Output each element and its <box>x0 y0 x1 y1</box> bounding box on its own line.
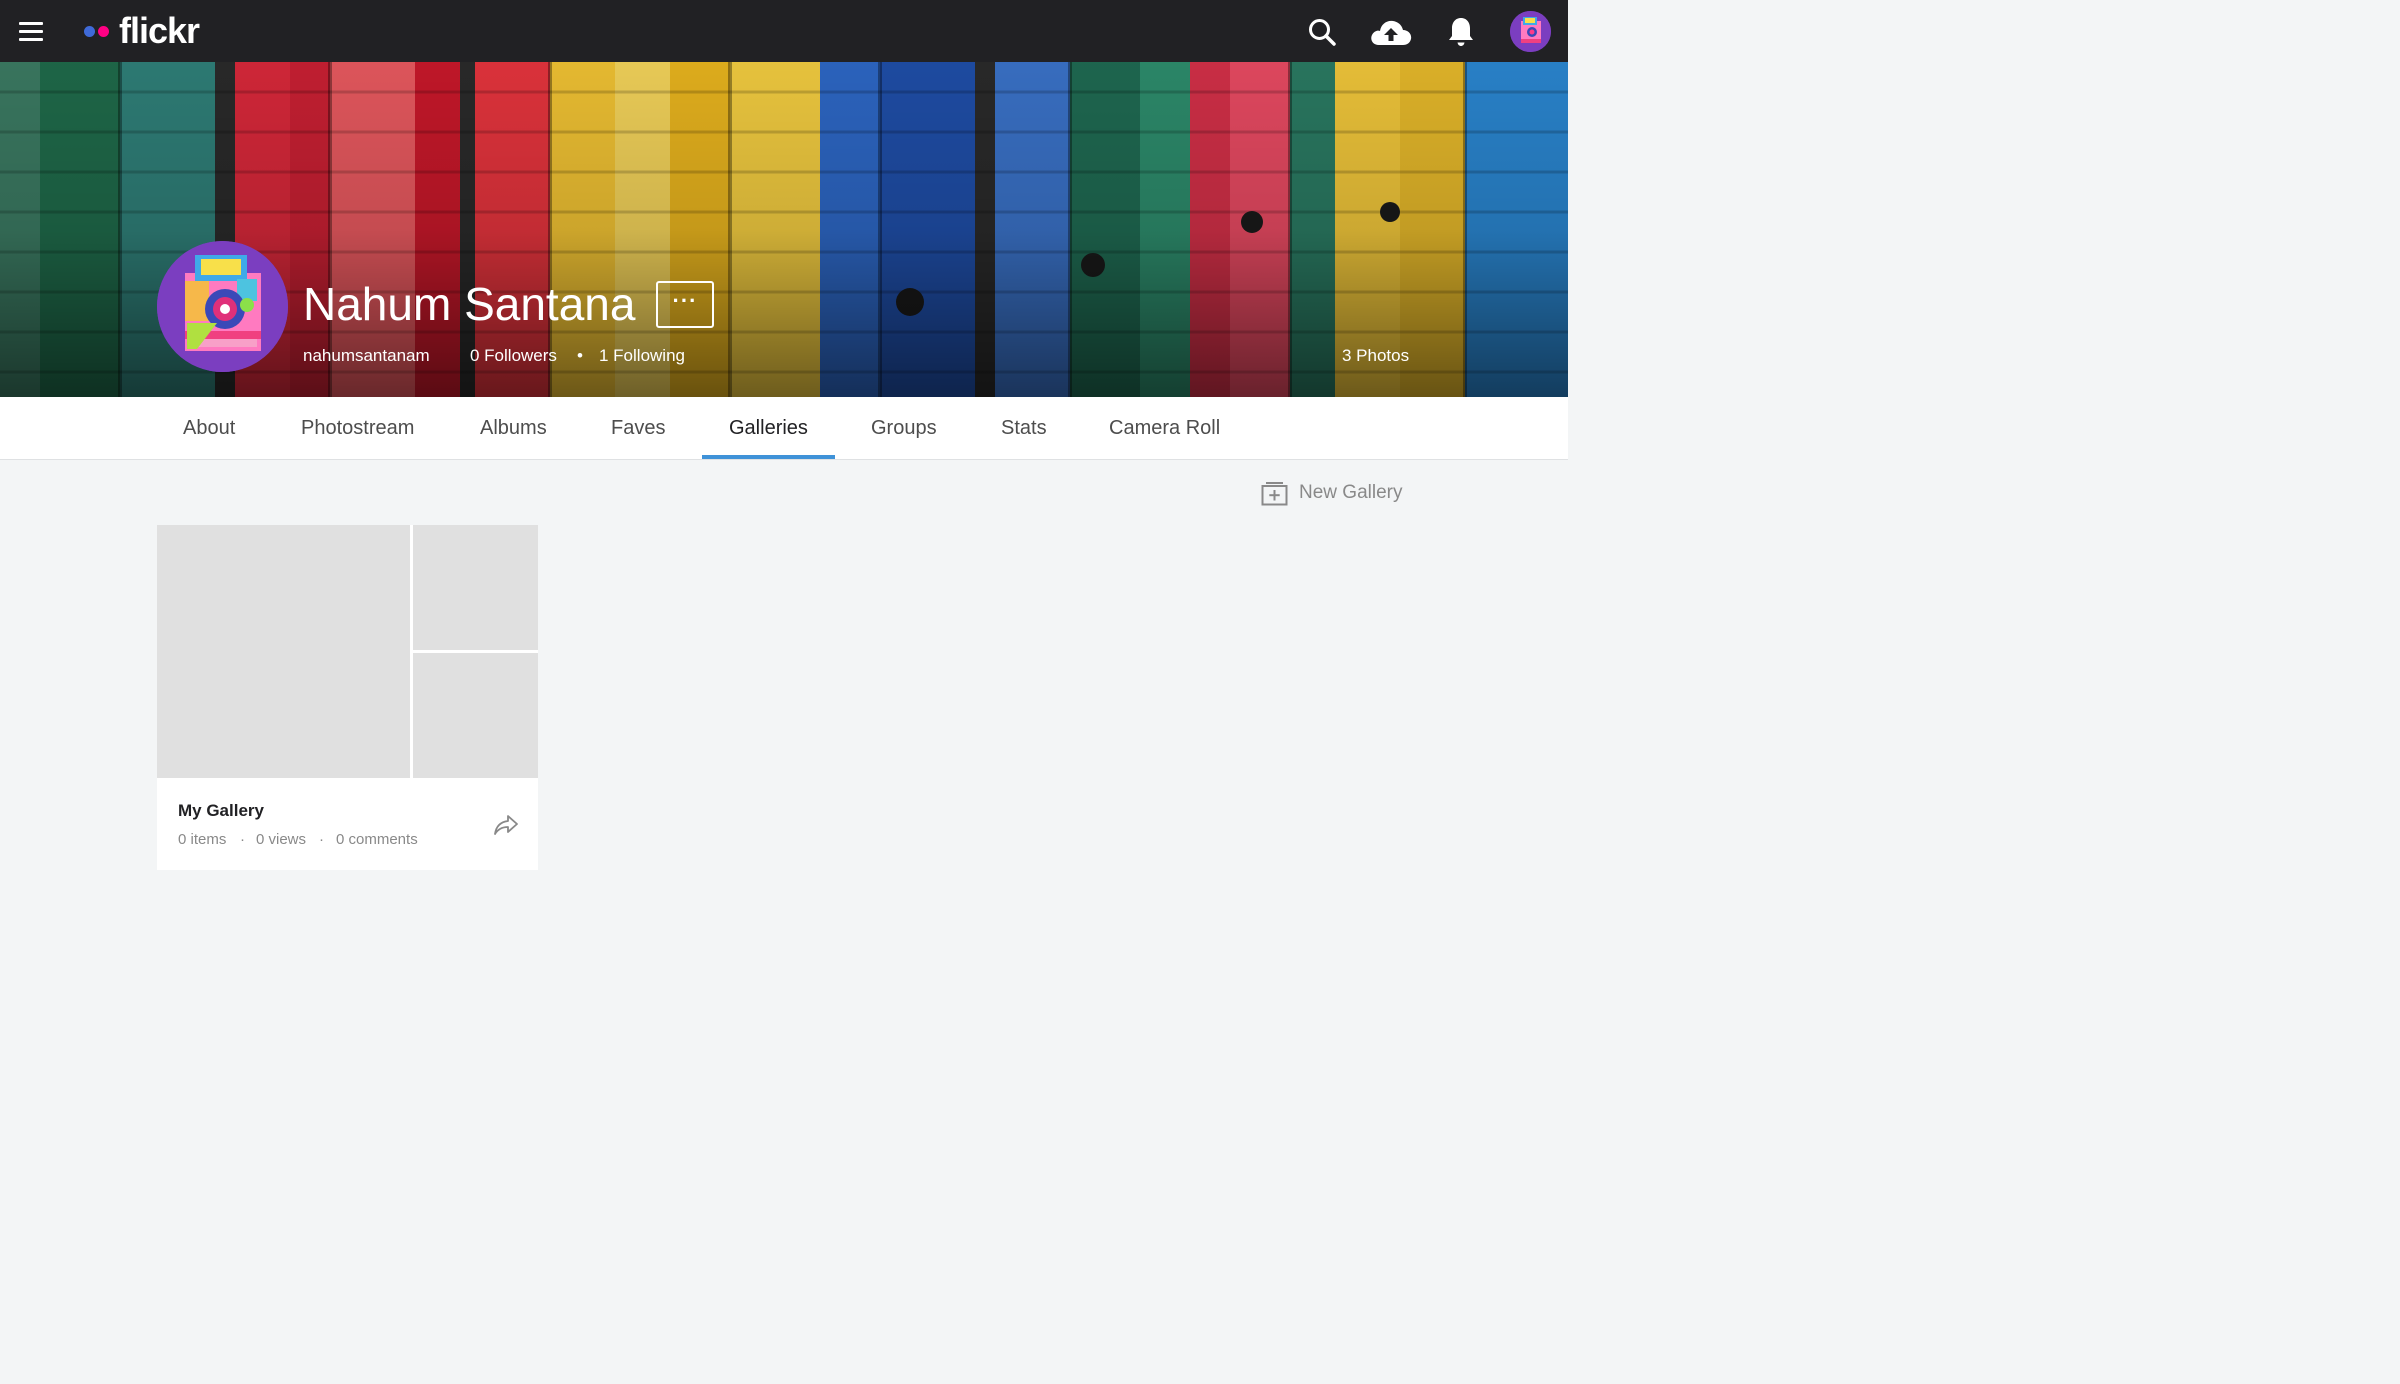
tab-stats[interactable]: Stats <box>1001 397 1047 459</box>
profile-username: nahumsantanam <box>303 346 430 365</box>
profile-avatar[interactable] <box>157 241 288 372</box>
more-options-button[interactable]: ··· <box>656 281 714 328</box>
gallery-comment-count: 0 comments <box>336 831 418 848</box>
more-dots-icon: ··· <box>672 287 698 313</box>
logo-blue-dot <box>84 25 95 37</box>
new-gallery-button[interactable]: New Gallery <box>1261 479 1402 507</box>
tab-camera-roll[interactable]: Camera Roll <box>1109 397 1220 459</box>
profile-name: Nahum Santana <box>303 278 636 330</box>
gallery-title[interactable]: My Gallery <box>178 801 264 821</box>
tab-albums[interactable]: Albums <box>480 397 547 459</box>
gallery-thumbnail-tertiary[interactable] <box>413 653 538 778</box>
followers-link[interactable]: 0 Followers <box>470 345 557 367</box>
tab-galleries[interactable]: Galleries <box>729 397 808 459</box>
upload-cloud-icon[interactable] <box>1369 12 1413 52</box>
menu-icon[interactable] <box>19 22 43 42</box>
search-icon[interactable] <box>1302 12 1342 52</box>
gallery-item-count: 0 items <box>178 831 227 848</box>
tab-photostream[interactable]: Photostream <box>301 397 414 459</box>
meta-separator: · <box>319 831 324 848</box>
logo-pink-dot <box>98 25 109 37</box>
new-gallery-label: New Gallery <box>1299 482 1403 503</box>
bell-icon[interactable] <box>1441 12 1481 52</box>
brand-wordmark: flickr <box>119 10 200 51</box>
top-navigation-bar: flickr <box>0 0 1568 62</box>
avatar[interactable] <box>1510 11 1551 52</box>
photo-count: 3 Photos <box>1342 346 1410 365</box>
meta-separator: • <box>577 346 583 365</box>
meta-separator: · <box>240 831 245 848</box>
following-link[interactable]: 1 Following <box>599 345 685 367</box>
gallery-card[interactable]: My Gallery 0 items · 0 views · 0 comment… <box>157 525 538 870</box>
add-gallery-icon <box>1261 481 1288 505</box>
tab-groups[interactable]: Groups <box>871 397 937 459</box>
tab-faves[interactable]: Faves <box>611 397 665 459</box>
tab-about[interactable]: About <box>183 397 235 459</box>
profile-tabs: About Photostream Albums Faves Galleries… <box>0 397 1568 460</box>
share-icon[interactable] <box>493 813 519 837</box>
active-tab-indicator <box>702 455 835 459</box>
gallery-thumbnail-main[interactable] <box>157 525 410 778</box>
gallery-thumbnail-secondary[interactable] <box>413 525 538 650</box>
flickr-logo[interactable]: flickr <box>84 10 200 51</box>
gallery-view-count: 0 views <box>256 831 307 848</box>
